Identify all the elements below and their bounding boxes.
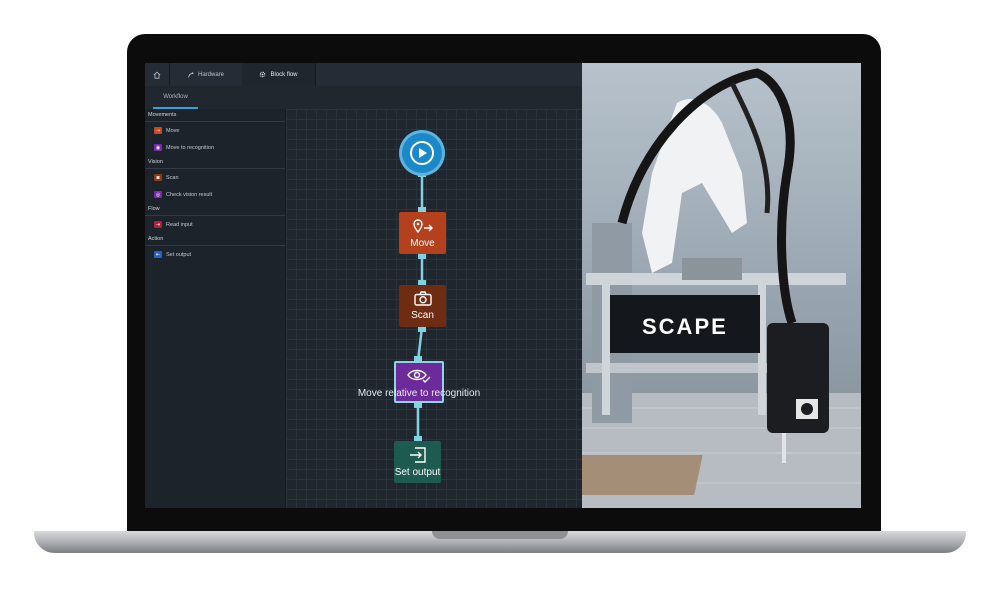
output-icon: ⇤ xyxy=(154,251,162,258)
tab-block-flow-label: Block flow xyxy=(270,71,298,78)
palette-item-label: Check vision result xyxy=(166,191,213,198)
move-icon: ⇢ xyxy=(154,127,162,134)
tab-workflow[interactable]: Workflow xyxy=(153,86,198,109)
screen: Hardware Block flow Workflow Movements ⇢… xyxy=(145,63,861,508)
input-icon: ⇥ xyxy=(154,221,162,228)
flow-canvas[interactable]: Move Scan Move relative to recognition S… xyxy=(286,109,582,508)
gear-icon xyxy=(260,71,266,78)
palette-item-label: Set output xyxy=(166,251,192,258)
flow-node-label: Scan xyxy=(411,310,434,321)
palette-item-check-vision-result[interactable]: ◎ Check vision result xyxy=(145,186,285,203)
sub-tab-bar xyxy=(145,86,582,109)
eye-check-icon: ◎ xyxy=(154,191,162,198)
top-tab-bar: Hardware Block flow xyxy=(145,63,582,86)
category-vision: Vision xyxy=(145,156,285,169)
home-icon xyxy=(153,71,161,79)
camera-icon: ◙ xyxy=(154,174,162,181)
palette-item-move[interactable]: ⇢ Move xyxy=(145,122,285,139)
block-palette: Movements ⇢ Move ◉ Move to recognition V… xyxy=(145,109,286,508)
camera-icon xyxy=(413,291,432,306)
palette-item-label: Scan xyxy=(166,174,179,181)
palette-item-move-to-recognition[interactable]: ◉ Move to recognition xyxy=(145,139,285,156)
output-icon xyxy=(409,446,426,463)
robot-arm-icon xyxy=(188,72,194,78)
robot-arm-image xyxy=(582,68,861,508)
palette-item-label: Move xyxy=(166,127,180,134)
robot-photo: SCAPE xyxy=(582,63,861,508)
recognition-icon: ◉ xyxy=(154,144,162,151)
palette-item-set-output[interactable]: ⇤ Set output xyxy=(145,246,285,263)
flow-node-move-relative-label: Move relative to recognition xyxy=(357,388,481,399)
flow-node-label: Move xyxy=(410,237,435,249)
play-icon xyxy=(410,141,434,165)
palette-item-read-input[interactable]: ⇥ Read input xyxy=(145,216,285,233)
eye-check-icon xyxy=(407,369,431,383)
category-action: Action xyxy=(145,233,285,246)
palette-item-label: Read input xyxy=(166,221,193,228)
category-flow: Flow xyxy=(145,203,285,216)
start-button[interactable] xyxy=(402,133,442,173)
palette-item-scan[interactable]: ◙ Scan xyxy=(145,169,285,186)
app-window: Hardware Block flow Workflow Movements ⇢… xyxy=(145,63,582,508)
laptop-notch xyxy=(432,531,568,539)
pin-arrow-icon xyxy=(412,218,433,233)
tab-hardware[interactable]: Hardware xyxy=(169,63,243,86)
scape-logo: SCAPE xyxy=(642,314,728,339)
tab-block-flow[interactable]: Block flow xyxy=(242,63,316,86)
tab-hardware-label: Hardware xyxy=(197,71,224,78)
tab-home[interactable] xyxy=(145,63,170,86)
palette-item-label: Move to recognition xyxy=(166,144,214,151)
flow-node-move[interactable]: Move xyxy=(399,212,446,254)
category-movements: Movements xyxy=(145,109,285,122)
flow-node-scan[interactable]: Scan xyxy=(399,285,446,327)
flow-node-set-output[interactable]: Set output xyxy=(394,441,441,483)
flow-node-label: Set output xyxy=(394,466,441,478)
